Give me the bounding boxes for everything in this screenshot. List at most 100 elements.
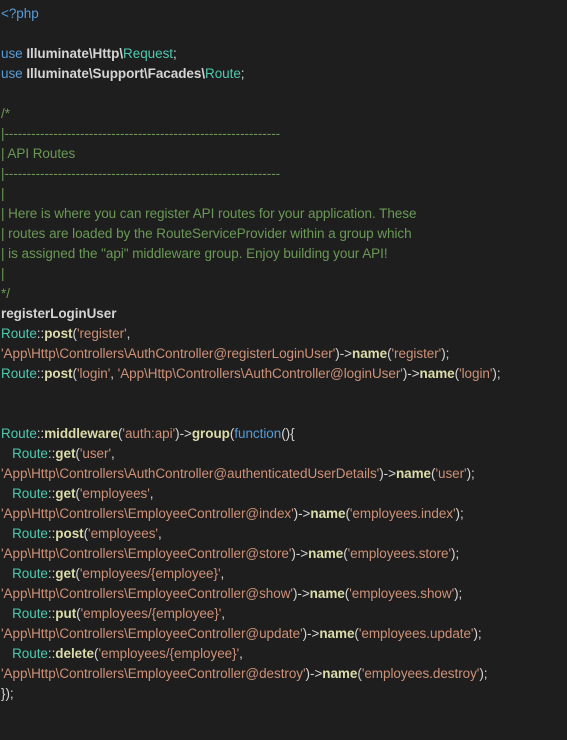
code-token: ; (240, 66, 245, 81)
code-line[interactable]: 'App\Http\Controllers\AuthController@aut… (1, 464, 567, 484)
code-token: ); (492, 366, 501, 381)
code-token: )-> (175, 426, 192, 441)
code-token: 'user' (435, 466, 467, 481)
code-token: get (55, 446, 76, 461)
code-token: ); (441, 346, 450, 361)
code-token: 'employees.store' (347, 546, 452, 561)
code-token: 'App\Http\Controllers\EmployeeController… (1, 666, 306, 681)
code-token: }); (1, 686, 14, 701)
code-line[interactable]: use Illuminate\Http\Request; (1, 44, 567, 64)
code-line[interactable]: |---------------------------------------… (1, 164, 567, 184)
code-line[interactable]: registerLoginUser (1, 304, 567, 324)
code-token: )-> (335, 346, 352, 361)
code-token: 'App\Http\Controllers\AuthController@reg… (1, 346, 336, 361)
code-line[interactable]: Route::post('employees', (1, 524, 567, 544)
code-token: ; (172, 46, 177, 61)
code-line[interactable]: 'App\Http\Controllers\EmployeeController… (1, 624, 567, 644)
code-line[interactable]: | (1, 264, 567, 284)
code-token: | (1, 266, 5, 281)
code-token: get (55, 566, 76, 581)
code-line[interactable] (1, 84, 567, 104)
code-line[interactable]: }); (1, 684, 567, 704)
code-line[interactable] (1, 24, 567, 44)
code-token: )-> (305, 666, 323, 681)
code-token: , (149, 486, 154, 501)
code-token: middleware (44, 426, 118, 441)
code-token: 'login' (76, 366, 111, 381)
code-token: )-> (379, 466, 396, 481)
code-line[interactable]: Route::get('employees/{employee}', (1, 564, 567, 584)
code-token: post (44, 366, 73, 381)
code-token: 'employees.destroy' (361, 666, 480, 681)
code-line[interactable]: | (1, 184, 567, 204)
code-token: | routes are loaded by the RouteServiceP… (1, 226, 412, 241)
code-line[interactable]: Route::post('login', 'App\Http\Controlle… (1, 364, 567, 384)
code-token: 'App\Http\Controllers\EmployeeController… (1, 586, 293, 601)
code-line[interactable]: |---------------------------------------… (1, 124, 567, 144)
code-token: name (319, 626, 355, 641)
code-line[interactable]: 'App\Http\Controllers\EmployeeController… (1, 664, 567, 684)
code-line[interactable]: Route::put('employees/{employee}', (1, 604, 567, 624)
code-token: function (234, 426, 282, 441)
code-token: Route (12, 486, 48, 501)
code-token: group (191, 426, 230, 441)
code-token: 'App\Http\Controllers\AuthController@log… (117, 366, 403, 381)
code-token: | (1, 186, 5, 201)
code-token: 'employees/{employee}' (80, 606, 222, 621)
code-token: 'App\Http\Controllers\AuthController@aut… (1, 466, 380, 481)
code-token: 'employees/{employee}' (79, 566, 221, 581)
code-token: Route (12, 606, 48, 621)
code-token: name (322, 666, 358, 681)
code-token: 'App\Http\Controllers\EmployeeController… (1, 506, 294, 521)
code-line[interactable]: | Here is where you can register API rou… (1, 204, 567, 224)
code-token: )-> (293, 506, 311, 521)
code-token: name (395, 466, 432, 481)
code-line[interactable]: */ (1, 284, 567, 304)
code-line[interactable]: <?php (1, 4, 567, 24)
code-token: , (157, 526, 162, 541)
code-token: 'auth:api' (122, 426, 176, 441)
code-token: Route (1, 366, 37, 381)
code-line[interactable]: 'App\Http\Controllers\EmployeeController… (1, 584, 567, 604)
code-line[interactable]: | is assigned the "api" middleware group… (1, 244, 567, 264)
code-token: 'employees' (88, 526, 158, 541)
code-line[interactable]: Route::get('user', (1, 444, 567, 464)
code-line[interactable]: Route::get('employees', (1, 484, 567, 504)
code-token: Route (12, 646, 48, 661)
code-token: 'employees.show' (349, 586, 455, 601)
code-line[interactable]: 'App\Http\Controllers\EmployeeController… (1, 544, 567, 564)
code-token: ); (479, 666, 488, 681)
code-token: ); (455, 506, 464, 521)
code-line[interactable]: Route::post('register', (1, 324, 567, 344)
code-line[interactable]: Route::delete('employees/{employee}', (1, 644, 567, 664)
code-token: name (309, 586, 345, 601)
code-token: name (308, 546, 344, 561)
code-editor-surface[interactable]: <?php use Illuminate\Http\Request; use Il… (0, 0, 567, 740)
code-line[interactable]: 'App\Http\Controllers\EmployeeController… (1, 504, 567, 524)
code-token: )-> (402, 366, 420, 381)
code-token: get (55, 486, 76, 501)
code-line[interactable]: 'App\Http\Controllers\AuthController@reg… (1, 344, 567, 364)
code-token: 'employees.update' (358, 626, 474, 641)
code-token: 'employees.index' (349, 506, 456, 521)
code-token: Request (123, 46, 173, 61)
code-line[interactable] (1, 384, 567, 404)
code-line[interactable]: /* (1, 104, 567, 124)
code-token: , (239, 646, 243, 661)
code-line[interactable]: Route::middleware('auth:api')->group(fun… (1, 424, 567, 444)
code-token: <?php (1, 6, 39, 21)
code-token: 'register' (76, 326, 127, 341)
code-token: 'employees' (79, 486, 150, 501)
code-line[interactable]: | routes are loaded by the RouteServiceP… (1, 224, 567, 244)
code-token: )-> (291, 546, 309, 561)
code-line[interactable]: use Illuminate\Support\Facades\Route; (1, 64, 567, 84)
code-line[interactable]: | API Routes (1, 144, 567, 164)
code-line[interactable] (1, 404, 567, 424)
code-token: , (110, 366, 118, 381)
code-token: Illuminate\Http\ (26, 46, 124, 61)
code-token: post (44, 326, 73, 341)
